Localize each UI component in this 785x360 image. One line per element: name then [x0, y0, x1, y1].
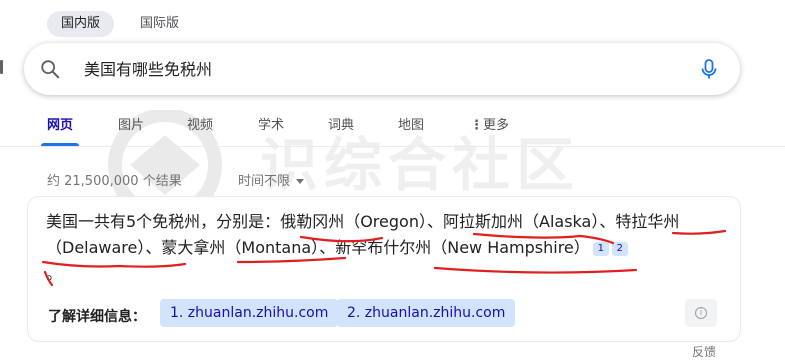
time-filter-dropdown[interactable]: 时间不限 — [238, 170, 305, 189]
answer-text: 美国一共有5个免税州，分别是：俄勒冈州（Oregon）、阿拉斯加州（Alaska… — [46, 209, 732, 287]
search-input[interactable] — [82, 43, 666, 97]
separator: 、 — [599, 212, 616, 231]
tab-dictionary[interactable]: 词典 — [328, 114, 354, 146]
state-name: 特拉华州 — [615, 212, 680, 231]
separator: 、 — [426, 212, 443, 231]
tab-academic[interactable]: 学术 — [258, 114, 284, 146]
tab-more[interactable]: ⋮更多 — [470, 114, 509, 146]
state-name: 俄勒冈州 — [280, 212, 345, 231]
separator: 、 — [319, 238, 336, 257]
tab-videos[interactable]: 视频 — [187, 114, 213, 146]
nav-divider — [0, 146, 785, 147]
answer-prefix: 美国一共有5个免税州，分别是： — [46, 212, 281, 231]
state-name: 阿拉斯加州 — [442, 212, 523, 231]
answer-card: 美国一共有5个免税州，分别是：俄勒冈州（Oregon）、阿拉斯加州（Alaska… — [27, 196, 741, 342]
state-name: 新罕布什尔州 — [335, 238, 432, 257]
tab-more-label: 更多 — [483, 118, 510, 133]
feedback-link[interactable]: 反馈 — [692, 343, 716, 360]
state-name: 蒙大拿州 — [161, 238, 226, 257]
chevron-down-icon — [296, 179, 305, 184]
search-nav: 网页 图片 视频 学术 词典 地图 ⋮更多 — [0, 114, 785, 146]
learn-more-label: 了解详细信息： — [48, 309, 146, 325]
tab-images[interactable]: 图片 — [118, 114, 144, 146]
answer-end: 。 — [46, 264, 63, 283]
search-icon[interactable] — [39, 58, 61, 80]
time-filter-label: 时间不限 — [238, 174, 291, 189]
source-link[interactable]: 2. zhuanlan.zhihu.com — [337, 299, 516, 327]
source-link[interactable]: 1. zhuanlan.zhihu.com — [160, 299, 339, 327]
region-tab-domestic[interactable]: 国内版 — [47, 11, 115, 37]
left-edge-stub — [0, 60, 3, 74]
region-tab-international[interactable]: 国际版 — [126, 11, 193, 37]
search-box[interactable] — [24, 43, 740, 97]
citation-badge[interactable]: 2 — [611, 242, 628, 256]
result-count: 约 21,500,000 个结果 — [47, 174, 182, 189]
state-english: （Delaware） — [46, 238, 146, 257]
state-english: （Montana） — [225, 238, 320, 257]
microphone-icon[interactable] — [697, 57, 721, 81]
tab-maps[interactable]: 地图 — [398, 114, 424, 146]
info-button[interactable]: i — [685, 299, 717, 327]
state-english: （New Hampshire） — [431, 238, 590, 257]
more-dots-icon: ⋮ — [470, 118, 483, 133]
state-english: （Alaska） — [523, 212, 600, 231]
separator: 、 — [145, 238, 162, 257]
info-icon: i — [695, 307, 707, 319]
citation-badge[interactable]: 1 — [592, 242, 609, 256]
state-english: （Oregon） — [344, 212, 427, 231]
tab-web[interactable]: 网页 — [40, 114, 80, 146]
